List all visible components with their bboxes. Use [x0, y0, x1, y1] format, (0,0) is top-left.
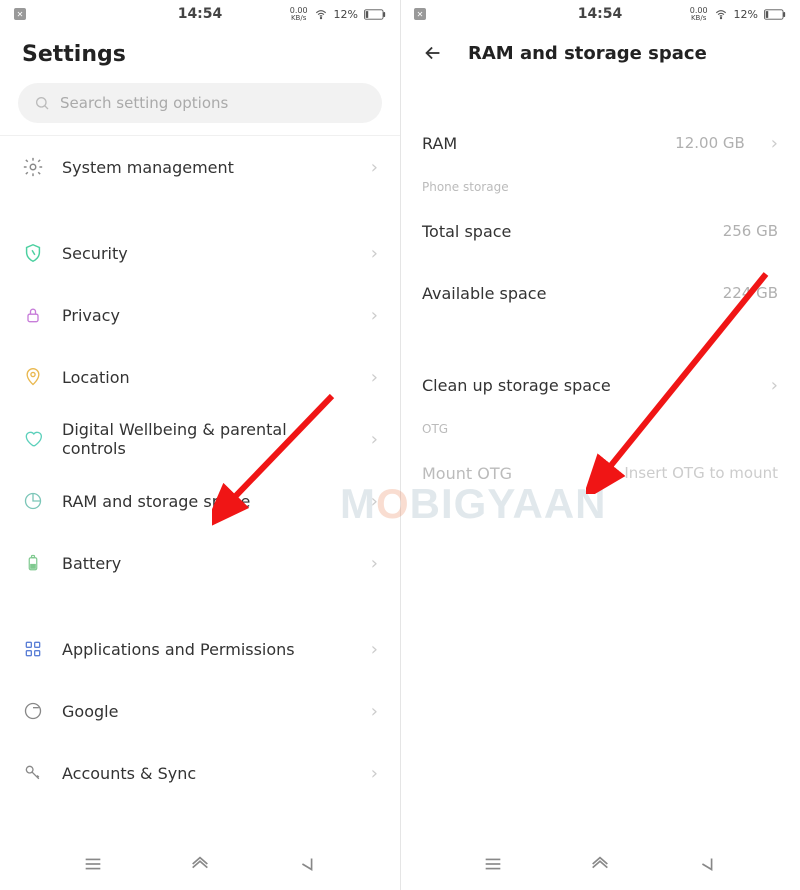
- pie-chart-icon: [22, 490, 44, 512]
- status-left-icon: ✕: [414, 8, 426, 20]
- row-privacy[interactable]: Privacy ›: [0, 284, 400, 346]
- shield-icon: [22, 242, 44, 264]
- row-label: Available space: [422, 284, 705, 303]
- status-bar: ✕ 14:54 0.00KB/s 12%: [400, 0, 800, 28]
- navigation-bar: [400, 838, 800, 890]
- chevron-right-icon: ›: [763, 133, 778, 154]
- lock-icon: [22, 304, 44, 326]
- page-title: Settings: [22, 42, 126, 67]
- row-label: Battery: [62, 554, 345, 573]
- row-mount-otg: Mount OTG Insert OTG to mount: [400, 442, 800, 504]
- chevron-right-icon: ›: [363, 157, 378, 178]
- location-pin-icon: [22, 366, 44, 388]
- chevron-right-icon: ›: [363, 367, 378, 388]
- row-google[interactable]: Google ›: [0, 680, 400, 742]
- row-label: Clean up storage space: [422, 376, 745, 395]
- row-digital-wellbeing[interactable]: Digital Wellbeing & parental controls ›: [0, 408, 400, 470]
- chevron-right-icon: ›: [363, 701, 378, 722]
- row-label: Applications and Permissions: [62, 640, 345, 659]
- chevron-right-icon: ›: [363, 639, 378, 660]
- chevron-right-icon: ›: [363, 305, 378, 326]
- nav-home-button[interactable]: [587, 851, 613, 877]
- heart-icon: [22, 428, 44, 450]
- row-clean-storage[interactable]: Clean up storage space ›: [400, 354, 800, 416]
- screen-divider: [400, 0, 401, 890]
- row-battery[interactable]: Battery ›: [0, 532, 400, 594]
- row-applications[interactable]: Applications and Permissions ›: [0, 618, 400, 680]
- status-left-icon: ✕: [14, 8, 26, 20]
- row-security[interactable]: Security ›: [0, 222, 400, 284]
- row-label: Google: [62, 702, 345, 721]
- row-system-management[interactable]: System management ›: [0, 136, 400, 198]
- row-total-space: Total space 256 GB: [400, 200, 800, 262]
- row-ram-storage[interactable]: RAM and storage space ›: [0, 470, 400, 532]
- nav-recents-button[interactable]: [80, 851, 106, 877]
- row-label: Security: [62, 244, 345, 263]
- row-ram[interactable]: RAM 12.00 GB ›: [400, 112, 800, 174]
- wifi-icon: [314, 7, 328, 21]
- search-input[interactable]: Search setting options: [18, 83, 382, 123]
- row-label: Digital Wellbeing & parental controls: [62, 420, 345, 458]
- row-label: Total space: [422, 222, 705, 241]
- row-label: Mount OTG: [422, 464, 606, 483]
- chevron-right-icon: ›: [363, 491, 378, 512]
- row-available-space: Available space 224 GB: [400, 262, 800, 324]
- apps-grid-icon: [22, 638, 44, 660]
- section-otg: OTG: [400, 416, 800, 442]
- battery-icon: [22, 552, 44, 574]
- settings-screen: ✕ 14:54 0.00KB/s 12% Settings Search set…: [0, 0, 400, 890]
- row-location[interactable]: Location ›: [0, 346, 400, 408]
- back-button[interactable]: [422, 42, 444, 64]
- battery-icon: [364, 9, 386, 20]
- chevron-right-icon: ›: [363, 553, 378, 574]
- status-right-cluster: 0.00KB/s 12%: [690, 7, 786, 22]
- status-battery-pct: 12%: [734, 8, 758, 21]
- row-accounts-sync[interactable]: Accounts & Sync ›: [0, 742, 400, 804]
- row-label: Privacy: [62, 306, 345, 325]
- row-value: 12.00 GB: [675, 134, 745, 152]
- row-label: RAM: [422, 134, 657, 153]
- row-value: 256 GB: [723, 222, 778, 240]
- row-label: Accounts & Sync: [62, 764, 345, 783]
- google-icon: [22, 700, 44, 722]
- status-speed: 0.00KB/s: [690, 7, 708, 22]
- row-label: RAM and storage space: [62, 492, 345, 511]
- status-time: 14:54: [578, 6, 623, 22]
- status-speed: 0.00KB/s: [290, 7, 308, 22]
- navigation-bar: [0, 838, 400, 890]
- row-label: System management: [62, 158, 345, 177]
- nav-back-button[interactable]: [294, 851, 320, 877]
- key-icon: [22, 762, 44, 784]
- status-time: 14:54: [178, 6, 223, 22]
- row-value: 224 GB: [723, 284, 778, 302]
- chevron-right-icon: ›: [363, 763, 378, 784]
- chevron-right-icon: ›: [763, 375, 778, 396]
- gear-icon: [22, 156, 44, 178]
- row-value: Insert OTG to mount: [624, 464, 778, 482]
- nav-back-button[interactable]: [694, 851, 720, 877]
- status-right-cluster: 0.00KB/s 12%: [290, 7, 386, 22]
- chevron-right-icon: ›: [363, 429, 378, 450]
- row-label: Location: [62, 368, 345, 387]
- nav-recents-button[interactable]: [480, 851, 506, 877]
- search-icon: [34, 95, 50, 111]
- wifi-icon: [714, 7, 728, 21]
- ram-storage-screen: ✕ 14:54 0.00KB/s 12% RAM and storage spa…: [400, 0, 800, 890]
- status-bar: ✕ 14:54 0.00KB/s 12%: [0, 0, 400, 28]
- section-phone-storage: Phone storage: [400, 174, 800, 200]
- status-battery-pct: 12%: [334, 8, 358, 21]
- page-title: RAM and storage space: [468, 43, 707, 64]
- nav-home-button[interactable]: [187, 851, 213, 877]
- battery-icon: [764, 9, 786, 20]
- settings-header: Settings: [0, 28, 400, 79]
- chevron-right-icon: ›: [363, 243, 378, 264]
- ram-storage-header: RAM and storage space: [400, 28, 800, 76]
- search-placeholder: Search setting options: [60, 94, 228, 112]
